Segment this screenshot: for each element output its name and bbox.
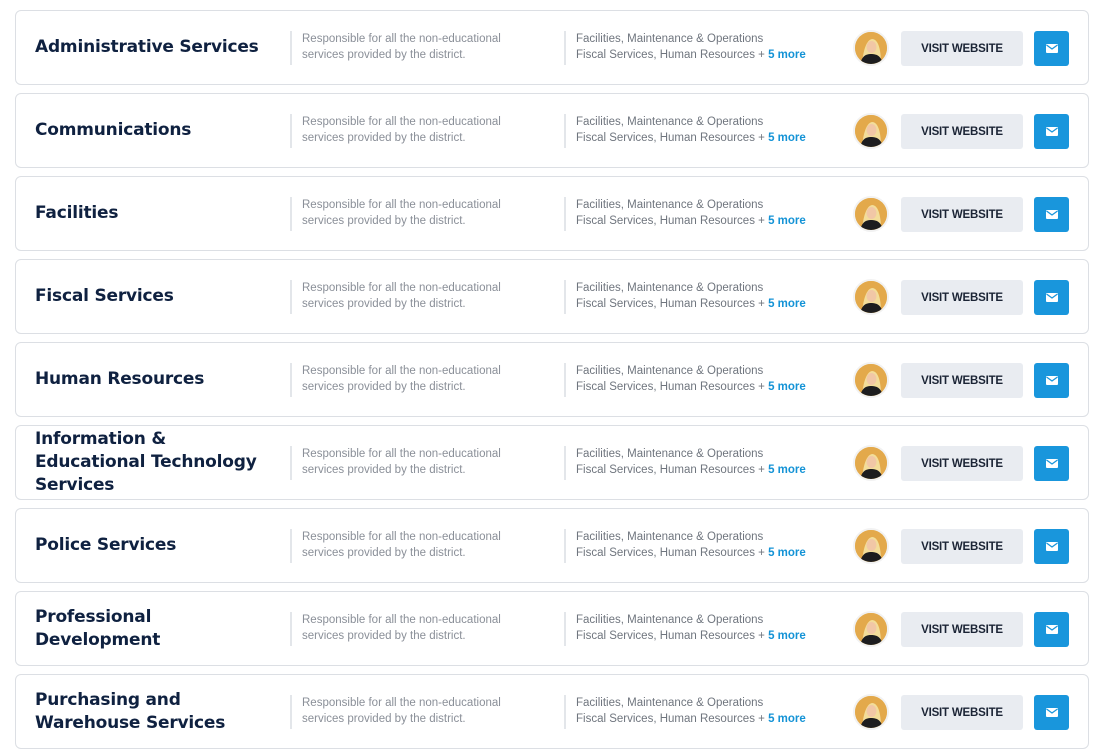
email-button[interactable] <box>1034 529 1069 564</box>
department-name: Information & Educational Technology Ser… <box>35 429 257 495</box>
department-tags: Facilities, Maintenance & Operations Fisc… <box>564 114 834 148</box>
department-description: Responsible for all the non-educational s… <box>290 114 530 148</box>
department-description: Responsible for all the non-educational s… <box>290 446 530 480</box>
department-tags: Facilities, Maintenance & Operations Fisc… <box>564 31 834 65</box>
department-name: Fiscal Services <box>35 286 174 306</box>
department-tags: Facilities, Maintenance & Operations Fisc… <box>564 280 834 314</box>
department-name: Human Resources <box>35 369 205 389</box>
department-list: Administrative Services Responsible for … <box>0 0 1113 752</box>
more-tags-link[interactable]: 5 more <box>768 547 806 559</box>
visit-website-button[interactable]: VISIT WEBSITE <box>901 31 1023 66</box>
department-card: Communications Responsible for all the n… <box>15 93 1089 168</box>
email-button[interactable] <box>1034 446 1069 481</box>
person-avatar[interactable] <box>853 196 889 232</box>
envelope-icon <box>1045 376 1058 385</box>
person-avatar[interactable] <box>853 30 889 66</box>
more-tags-link[interactable]: 5 more <box>768 630 806 642</box>
more-tags-link[interactable]: 5 more <box>768 132 806 144</box>
visit-website-button[interactable]: VISIT WEBSITE <box>901 612 1023 647</box>
department-tags: Facilities, Maintenance & Operations Fisc… <box>564 446 834 480</box>
email-button[interactable] <box>1034 695 1069 730</box>
envelope-icon <box>1045 210 1058 219</box>
visit-website-button[interactable]: VISIT WEBSITE <box>901 197 1023 232</box>
department-tags: Facilities, Maintenance & Operations Fisc… <box>564 529 834 563</box>
envelope-icon <box>1045 44 1058 53</box>
email-button[interactable] <box>1034 612 1069 647</box>
department-tags: Facilities, Maintenance & Operations Fisc… <box>564 197 834 231</box>
envelope-icon <box>1045 293 1058 302</box>
envelope-icon <box>1045 459 1058 468</box>
more-tags-link[interactable]: 5 more <box>768 381 806 393</box>
envelope-icon <box>1045 708 1058 717</box>
department-description: Responsible for all the non-educational s… <box>290 280 530 314</box>
department-name: Professional Development <box>35 606 161 650</box>
more-tags-link[interactable]: 5 more <box>768 713 806 725</box>
department-card: Fiscal Services Responsible for all the … <box>15 259 1089 334</box>
more-tags-link[interactable]: 5 more <box>768 298 806 310</box>
visit-website-button[interactable]: VISIT WEBSITE <box>901 363 1023 398</box>
department-tags: Facilities, Maintenance & Operations Fisc… <box>564 612 834 646</box>
department-description: Responsible for all the non-educational s… <box>290 197 530 231</box>
email-button[interactable] <box>1034 363 1069 398</box>
more-tags-link[interactable]: 5 more <box>768 49 806 61</box>
department-card: Police Services Responsible for all the … <box>15 508 1089 583</box>
email-button[interactable] <box>1034 197 1069 232</box>
department-name: Facilities <box>35 203 119 223</box>
person-avatar[interactable] <box>853 528 889 564</box>
person-avatar[interactable] <box>853 362 889 398</box>
department-card: Professional Development Responsible for… <box>15 591 1089 666</box>
department-tags: Facilities, Maintenance & Operations Fisc… <box>564 695 834 729</box>
email-button[interactable] <box>1034 114 1069 149</box>
person-avatar[interactable] <box>853 279 889 315</box>
person-avatar[interactable] <box>853 445 889 481</box>
email-button[interactable] <box>1034 31 1069 66</box>
department-description: Responsible for all the non-educational s… <box>290 529 530 563</box>
person-avatar[interactable] <box>853 113 889 149</box>
envelope-icon <box>1045 127 1058 136</box>
visit-website-button[interactable]: VISIT WEBSITE <box>901 529 1023 564</box>
department-card: Facilities Responsible for all the non-e… <box>15 176 1089 251</box>
department-name: Purchasing and Warehouse Services <box>35 689 226 733</box>
visit-website-button[interactable]: VISIT WEBSITE <box>901 446 1023 481</box>
department-name: Administrative Services <box>35 37 259 57</box>
department-description: Responsible for all the non-educational s… <box>290 612 530 646</box>
department-name: Police Services <box>35 535 177 555</box>
department-description: Responsible for all the non-educational s… <box>290 363 530 397</box>
email-button[interactable] <box>1034 280 1069 315</box>
department-card: Information & Educational Technology Ser… <box>15 425 1089 500</box>
person-avatar[interactable] <box>853 694 889 730</box>
department-description: Responsible for all the non-educational s… <box>290 31 530 65</box>
envelope-icon <box>1045 625 1058 634</box>
more-tags-link[interactable]: 5 more <box>768 215 806 227</box>
more-tags-link[interactable]: 5 more <box>768 464 806 476</box>
department-tags: Facilities, Maintenance & Operations Fisc… <box>564 363 834 397</box>
department-card: Human Resources Responsible for all the … <box>15 342 1089 417</box>
visit-website-button[interactable]: VISIT WEBSITE <box>901 695 1023 730</box>
envelope-icon <box>1045 542 1058 551</box>
department-card: Purchasing and Warehouse Services Respon… <box>15 674 1089 749</box>
person-avatar[interactable] <box>853 611 889 647</box>
visit-website-button[interactable]: VISIT WEBSITE <box>901 280 1023 315</box>
department-card: Administrative Services Responsible for … <box>15 10 1089 85</box>
visit-website-button[interactable]: VISIT WEBSITE <box>901 114 1023 149</box>
department-description: Responsible for all the non-educational s… <box>290 695 530 729</box>
department-name: Communications <box>35 120 192 140</box>
